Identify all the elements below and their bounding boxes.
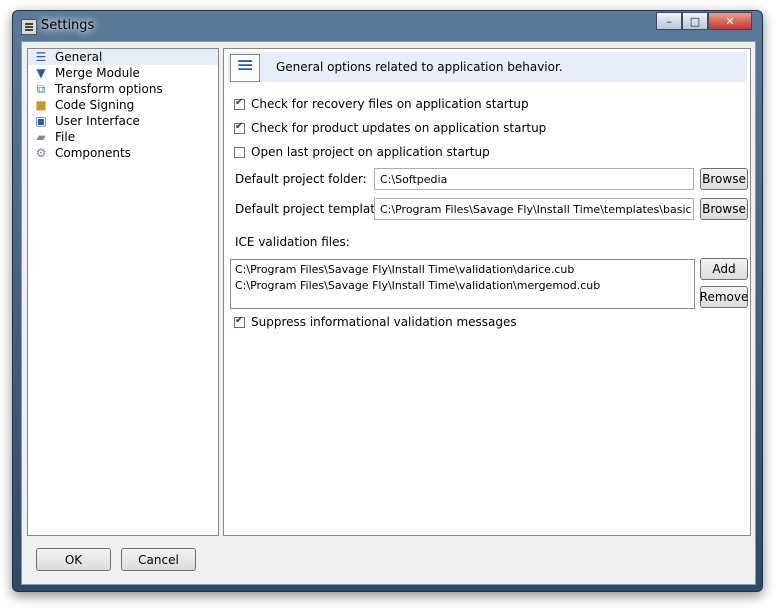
sidebar-item-label: Code Signing — [55, 98, 135, 112]
browse-template-button[interactable]: Browse — [700, 198, 748, 220]
sidebar-item-label: File — [55, 130, 76, 144]
checkbox-label: Suppress informational validation messag… — [251, 315, 517, 329]
minimize-button[interactable]: – — [656, 12, 682, 30]
browse-folder-button[interactable]: Browse — [700, 168, 748, 190]
title-bar[interactable]: Settings – □ ✕ — [13, 11, 762, 41]
checkbox-label: Check for recovery files on application … — [251, 97, 529, 111]
sidebar-item-merge-module[interactable]: ▼ Merge Module — [28, 65, 218, 81]
checkbox-label: Open last project on application startup — [251, 145, 490, 159]
maximize-button[interactable]: □ — [682, 12, 708, 30]
lock-icon: ■ — [35, 98, 47, 112]
list-item[interactable]: C:\Program Files\Savage Fly\Install Time… — [235, 262, 690, 278]
settings-window-icon — [21, 19, 37, 35]
cancel-button[interactable]: Cancel — [121, 548, 196, 571]
default-folder-input[interactable]: C:\Softpedia — [374, 168, 694, 190]
checkbox-box[interactable] — [234, 121, 245, 134]
general-settings-panel: General options related to application b… — [223, 48, 751, 536]
remove-validation-file-button[interactable]: Remove — [700, 286, 748, 308]
open-last-project-checkbox[interactable]: Open last project on application startup — [234, 145, 490, 159]
settings-category-list: ☰ General ▼ Merge Module ⧉ Transform opt… — [27, 48, 219, 536]
checklist-icon — [230, 53, 260, 82]
dialog-icon: ▣ — [35, 114, 47, 128]
dialog-client-area: ☰ General ▼ Merge Module ⧉ Transform opt… — [21, 41, 756, 585]
sidebar-item-label: Components — [55, 146, 131, 160]
sidebar-item-label: User Interface — [55, 114, 140, 128]
sidebar-item-label: General — [55, 50, 103, 64]
sidebar-item-general[interactable]: ☰ General — [28, 49, 218, 65]
add-validation-file-button[interactable]: Add — [700, 258, 748, 280]
checkbox-box[interactable] — [234, 146, 245, 158]
transform-icon: ⧉ — [36, 82, 46, 96]
sidebar-item-label: Merge Module — [55, 66, 140, 80]
funnel-icon: ▼ — [36, 66, 46, 80]
sidebar-item-transform-options[interactable]: ⧉ Transform options — [28, 81, 218, 97]
gear-icon: ⚙ — [35, 146, 47, 160]
recovery-files-checkbox[interactable]: Check for recovery files on application … — [234, 97, 529, 111]
ice-validation-label: ICE validation files: — [235, 235, 350, 249]
ice-validation-files-list[interactable]: C:\Program Files\Savage Fly\Install Time… — [230, 259, 695, 309]
suppress-messages-checkbox[interactable]: Suppress informational validation messag… — [234, 315, 517, 329]
product-updates-checkbox[interactable]: Check for product updates on application… — [234, 121, 546, 135]
panel-description: General options related to application b… — [276, 60, 563, 74]
checkbox-box[interactable] — [234, 97, 245, 110]
drive-icon: ▰ — [36, 130, 46, 144]
sidebar-item-components[interactable]: ⚙ Components — [28, 145, 218, 161]
sidebar-item-label: Transform options — [55, 82, 163, 96]
checkbox-box[interactable] — [234, 315, 245, 328]
sidebar-item-file[interactable]: ▰ File — [28, 129, 218, 145]
list-icon: ☰ — [35, 50, 47, 64]
checkbox-label: Check for product updates on application… — [251, 121, 547, 135]
default-template-input[interactable]: C:\Program Files\Savage Fly\Install Time… — [374, 198, 694, 220]
sidebar-item-user-interface[interactable]: ▣ User Interface — [28, 113, 218, 129]
panel-header: General options related to application b… — [228, 52, 747, 82]
sidebar-item-code-signing[interactable]: ■ Code Signing — [28, 97, 218, 113]
close-button[interactable]: ✕ — [708, 12, 752, 30]
settings-window: Settings – □ ✕ ☰ General ▼ Merge Module … — [12, 10, 763, 592]
default-folder-label: Default project folder: — [235, 172, 367, 186]
list-item[interactable]: C:\Program Files\Savage Fly\Install Time… — [235, 278, 690, 294]
ok-button[interactable]: OK — [36, 548, 111, 571]
caption-buttons: – □ ✕ — [656, 12, 752, 30]
window-title: Settings — [41, 18, 95, 33]
default-template-label: Default project template: — [235, 202, 387, 216]
